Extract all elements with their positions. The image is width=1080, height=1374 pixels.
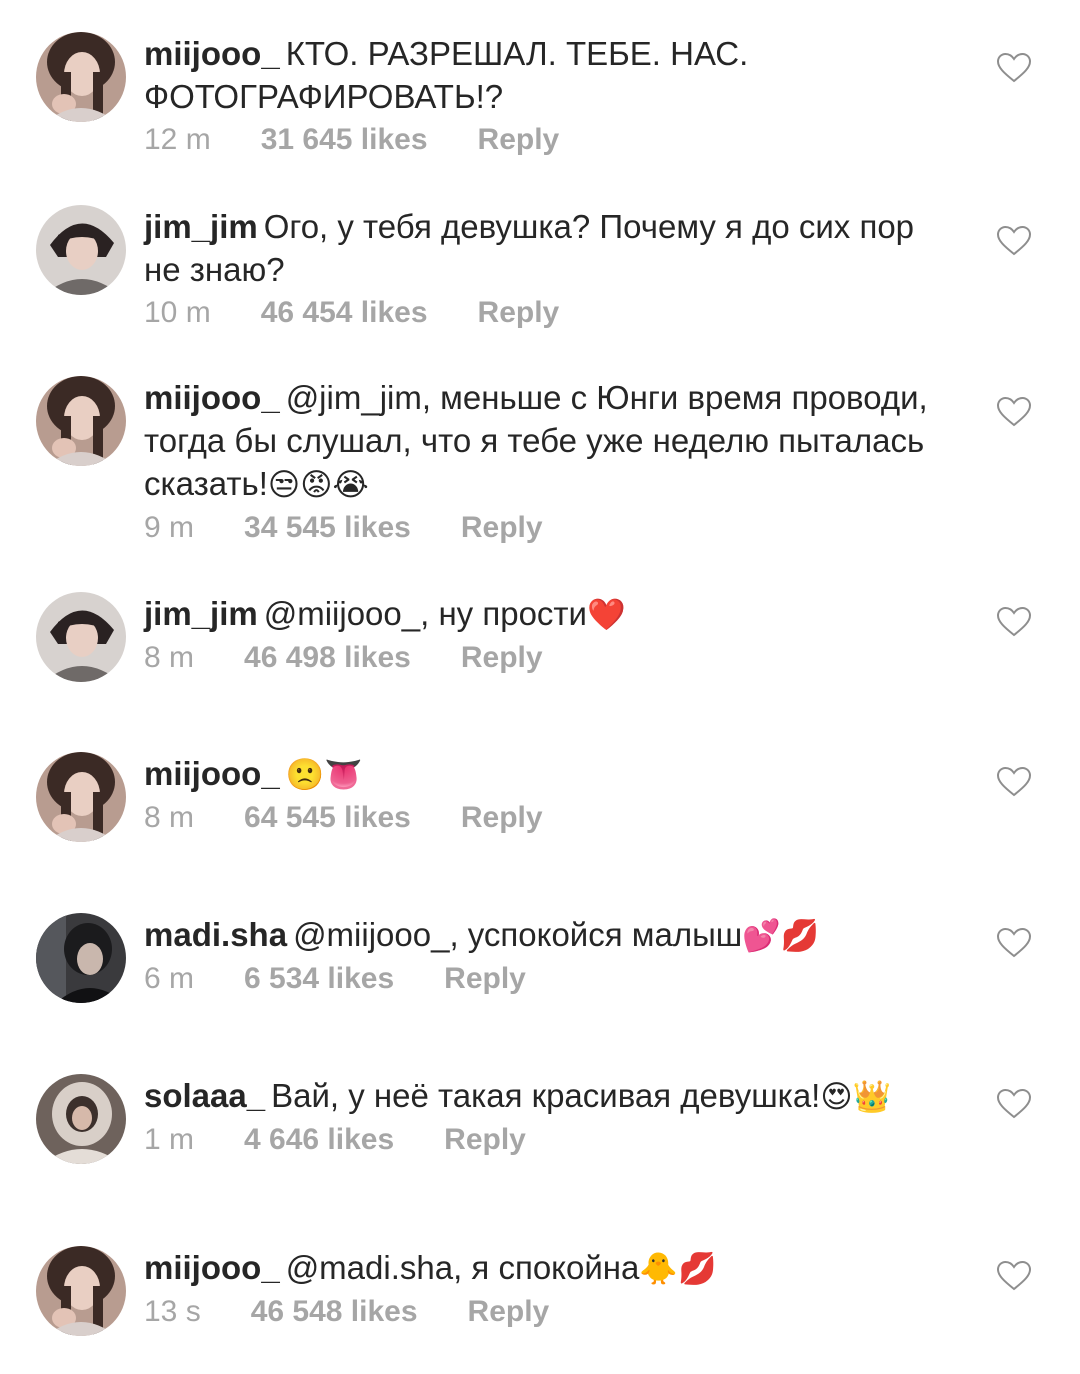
username[interactable]: jim_jim — [144, 595, 258, 632]
like-button[interactable] — [996, 1088, 1032, 1120]
avatar[interactable] — [36, 752, 126, 842]
like-button[interactable] — [996, 927, 1032, 959]
avatar[interactable] — [36, 1246, 126, 1336]
boy-avatar-icon — [36, 205, 126, 295]
heart-outline-icon — [996, 766, 1032, 797]
like-button[interactable] — [996, 766, 1032, 798]
comment-meta: 10 m 46 454 likes Reply — [144, 293, 934, 333]
like-count[interactable]: 46 454 likes — [261, 293, 428, 333]
like-button[interactable] — [996, 225, 1032, 257]
boy-avatar-icon — [36, 592, 126, 682]
heart-outline-icon — [996, 225, 1032, 256]
comment-message: @miijooo_, успокойся малыш — [293, 916, 743, 953]
username[interactable]: miijooo_ — [144, 755, 280, 792]
heart-outline-icon — [996, 1260, 1032, 1291]
reply-button[interactable]: Reply — [461, 508, 543, 548]
comment-text: miijooo_ @jim_jim, меньше с Юнги время пр… — [144, 376, 934, 506]
like-count[interactable]: 34 545 likes — [244, 508, 411, 548]
avatar[interactable] — [36, 592, 126, 682]
emoji-group: 😍👑 — [820, 1079, 892, 1114]
emoji-group: 🐥💋 — [639, 1251, 717, 1286]
comment-message: Вай, у неё такая красивая девушка! — [271, 1077, 821, 1114]
emoji-group: 😒😡😭 — [267, 467, 369, 502]
username[interactable]: miijooo_ — [144, 379, 280, 416]
like-count[interactable]: 4 646 likes — [244, 1120, 394, 1160]
like-button[interactable] — [996, 1260, 1032, 1292]
girl-avatar-icon — [36, 376, 126, 466]
comment-text: miijooo_ КТО. РАЗРЕШАЛ. ТЕБЕ. НАС. ФОТОГР… — [144, 32, 934, 118]
reply-button[interactable]: Reply — [478, 120, 560, 160]
comment-time: 8 m — [144, 801, 195, 834]
username[interactable]: jim_jim — [144, 208, 258, 245]
avatar[interactable] — [36, 376, 126, 466]
comment-meta: 6 m 6 534 likes Reply — [144, 959, 934, 999]
comment-text: miijooo_ @madi.sha, я спокойна🐥💋 — [144, 1246, 934, 1290]
heart-outline-icon — [996, 396, 1032, 427]
comment-meta: 13 s 46 548 likes Reply — [144, 1292, 934, 1332]
like-count[interactable]: 46 498 likes — [244, 638, 411, 678]
emoji-group: ❤️ — [586, 597, 626, 632]
like-count[interactable]: 6 534 likes — [244, 959, 394, 999]
comment-message: Ого, у тебя девушка? Почему я до сих пор… — [144, 208, 915, 288]
comment-text: miijooo_ 🙁👅 — [144, 752, 934, 796]
emoji-group: 💕💋 — [742, 918, 820, 953]
username[interactable]: solaaa_ — [144, 1077, 265, 1114]
comment-text: solaaa_ Вай, у неё такая красивая девушка… — [144, 1074, 934, 1118]
avatar[interactable] — [36, 1074, 126, 1164]
username[interactable]: madi.sha — [144, 916, 287, 953]
avatar[interactable] — [36, 32, 126, 122]
comment-time: 9 m — [144, 511, 195, 544]
heart-outline-icon — [996, 927, 1032, 958]
heart-outline-icon — [996, 1088, 1032, 1119]
comment-meta: 8 m 46 498 likes Reply — [144, 638, 934, 678]
comment-time: 6 m — [144, 962, 195, 995]
heart-outline-icon — [996, 52, 1032, 83]
like-button[interactable] — [996, 606, 1032, 638]
girl-avatar-icon — [36, 32, 126, 122]
comment-text: jim_jim Ого, у тебя девушка? Почему я до … — [144, 205, 934, 291]
comment-text: madi.sha @miijooo_, успокойся малыш💕💋 — [144, 913, 934, 957]
comment-time: 13 s — [144, 1295, 201, 1328]
heart-outline-icon — [996, 606, 1032, 637]
like-count[interactable]: 64 545 likes — [244, 798, 411, 838]
emoji-group: 🙁👅 — [285, 757, 363, 792]
reply-button[interactable]: Reply — [461, 798, 543, 838]
comment-list: miijooo_ КТО. РАЗРЕШАЛ. ТЕБЕ. НАС. ФОТОГР… — [0, 0, 1080, 1374]
like-button[interactable] — [996, 396, 1032, 428]
avatar[interactable] — [36, 913, 126, 1003]
hoodie-avatar-icon — [36, 1074, 126, 1164]
username[interactable]: miijooo_ — [144, 35, 280, 72]
comment-meta: 1 m 4 646 likes Reply — [144, 1120, 934, 1160]
like-button[interactable] — [996, 52, 1032, 84]
comment-time: 12 m — [144, 123, 211, 156]
girl-avatar-icon — [36, 1246, 126, 1336]
username[interactable]: miijooo_ — [144, 1249, 280, 1286]
comment-meta: 8 m 64 545 likes Reply — [144, 798, 934, 838]
reply-button[interactable]: Reply — [468, 1292, 550, 1332]
reply-button[interactable]: Reply — [478, 293, 560, 333]
dark-avatar-icon — [36, 913, 126, 1003]
reply-button[interactable]: Reply — [461, 638, 543, 678]
comment-time: 1 m — [144, 1123, 195, 1156]
reply-button[interactable]: Reply — [444, 959, 526, 999]
comment-time: 8 m — [144, 641, 195, 674]
comment-message: @madi.sha, я спокойна — [285, 1249, 640, 1286]
comment-time: 10 m — [144, 296, 211, 329]
like-count[interactable]: 31 645 likes — [261, 120, 428, 160]
girl-avatar-icon — [36, 752, 126, 842]
comment-meta: 12 m 31 645 likes Reply — [144, 120, 934, 160]
avatar[interactable] — [36, 205, 126, 295]
comment-message: @miijooo_, ну прости — [263, 595, 587, 632]
comment-text: jim_jim @miijooo_, ну прости❤️ — [144, 592, 934, 636]
comment-meta: 9 m 34 545 likes Reply — [144, 508, 934, 548]
reply-button[interactable]: Reply — [444, 1120, 526, 1160]
like-count[interactable]: 46 548 likes — [251, 1292, 418, 1332]
